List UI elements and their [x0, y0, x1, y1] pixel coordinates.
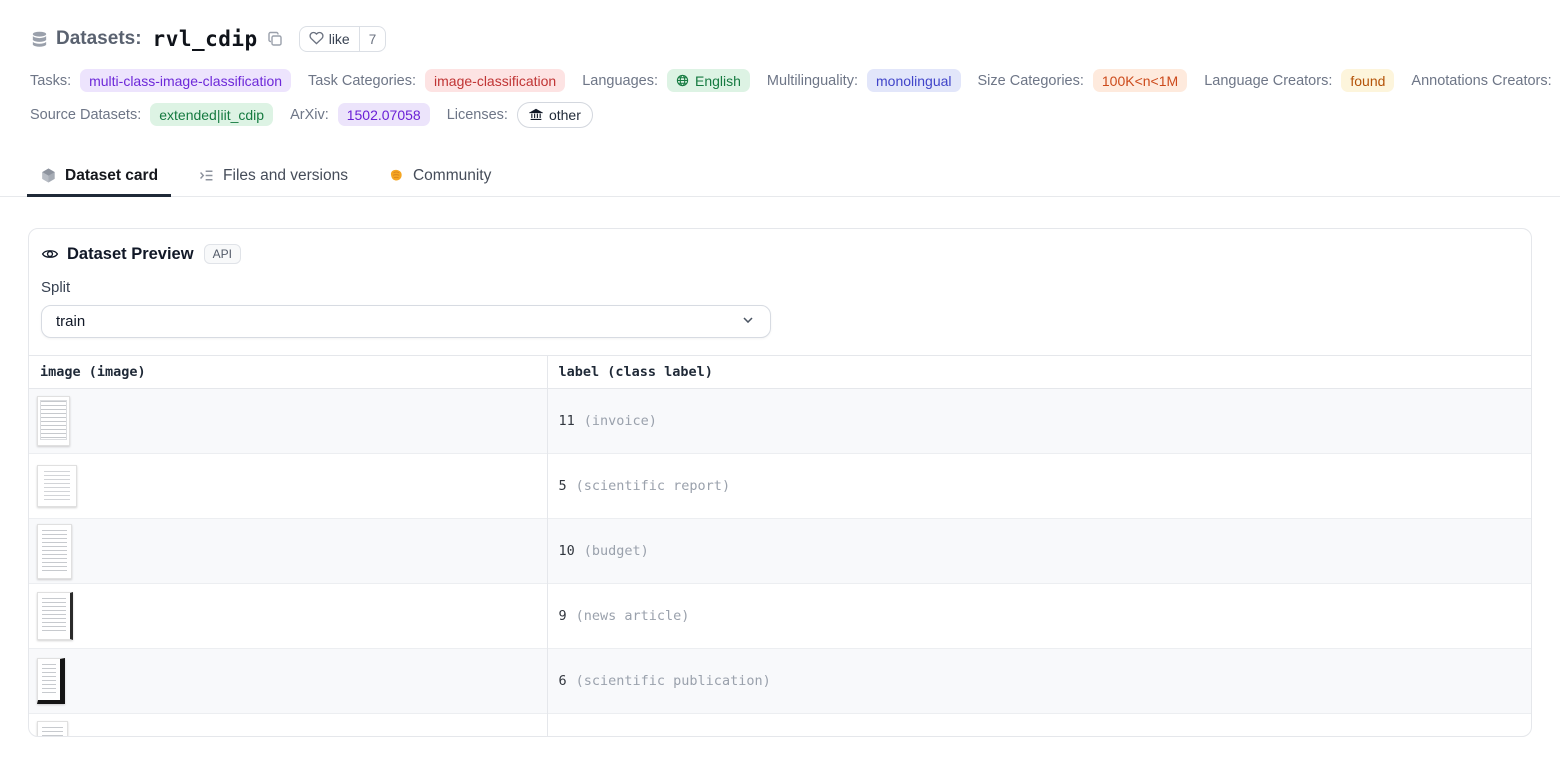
like-label: like	[329, 31, 350, 47]
label-name: (scientific publication)	[576, 673, 771, 689]
label-name: (invoice)	[584, 413, 657, 429]
like-button[interactable]: like 7	[299, 26, 387, 52]
tag-label: other	[549, 106, 581, 124]
tag-task-categories[interactable]: image-classification	[425, 69, 565, 92]
column-header-image: image (image)	[29, 356, 547, 389]
document-thumbnail[interactable]	[37, 658, 65, 704]
tab-label: Files and versions	[223, 167, 348, 185]
label-value: 10	[559, 543, 575, 559]
tab-community[interactable]: Community	[375, 155, 504, 196]
label-value: 5	[559, 478, 567, 494]
table-row: 9 (news article)	[29, 584, 1531, 649]
table-header-row: image (image) label (class label)	[29, 356, 1531, 389]
preview-title: Dataset Preview	[67, 245, 194, 264]
metadata-row-2: Source Datasets: extended|iit_cdip ArXiv…	[30, 102, 1530, 127]
split-select-value: train	[56, 313, 85, 330]
preview-header: Dataset Preview API	[41, 243, 1519, 265]
meta-label: Source Datasets:	[30, 107, 141, 123]
table-row: 5 (scientific report)	[29, 454, 1531, 519]
tag-arxiv[interactable]: 1502.07058	[338, 103, 430, 126]
document-thumbnail[interactable]	[37, 592, 73, 640]
dataset-page: Datasets: rvl_cdip like 7 Tasks: multi-c…	[0, 0, 1560, 767]
label-name: (news article)	[576, 608, 690, 624]
copy-icon[interactable]	[267, 31, 283, 47]
meta-source-datasets: Source Datasets: extended|iit_cdip	[30, 103, 273, 126]
chevron-down-icon	[740, 312, 756, 332]
dataset-header: Datasets: rvl_cdip like 7 Tasks: multi-c…	[0, 0, 1560, 127]
tab-label: Community	[413, 167, 491, 185]
meta-label: Languages:	[582, 73, 658, 89]
database-icon	[30, 30, 49, 49]
tag-language-creators[interactable]: found	[1341, 69, 1394, 92]
label-name: (scientific report)	[576, 478, 730, 494]
table-row: 11 (invoice)	[29, 389, 1531, 454]
split-select[interactable]: train	[41, 305, 771, 338]
document-thumbnail[interactable]	[37, 524, 72, 579]
metadata-row-1: Tasks: multi-class-image-classification …	[30, 68, 1530, 93]
table-row	[29, 714, 1531, 738]
meta-tasks: Tasks: multi-class-image-classification	[30, 69, 291, 92]
api-badge-button[interactable]: API	[204, 244, 241, 264]
split-label: Split	[41, 279, 1519, 296]
column-header-label: label (class label)	[547, 356, 1531, 389]
tag-label: English	[695, 72, 741, 90]
meta-size-categories: Size Categories: 100K<n<1M	[978, 69, 1188, 92]
meta-label: Licenses:	[447, 107, 508, 123]
dataset-preview-card: Dataset Preview API Split train image (i…	[28, 228, 1532, 737]
table-row: 10 (budget)	[29, 519, 1531, 584]
dataset-title: rvl_cdip	[153, 27, 258, 51]
meta-languages: Languages: English	[582, 69, 750, 92]
tab-bar: Dataset card Files and versions Communit…	[0, 155, 1560, 197]
document-thumbnail[interactable]	[37, 465, 77, 507]
cube-icon	[40, 167, 57, 184]
community-icon	[388, 167, 405, 184]
tab-dataset-card[interactable]: Dataset card	[27, 155, 171, 196]
like-count[interactable]: 7	[359, 27, 386, 51]
tag-multilinguality[interactable]: monolingual	[867, 69, 961, 92]
preview-table: image (image) label (class label) 11 (inv…	[29, 355, 1531, 737]
meta-arxiv: ArXiv: 1502.07058	[290, 103, 430, 126]
meta-language-creators: Language Creators: found	[1204, 69, 1394, 92]
label-name: (budget)	[584, 543, 649, 559]
label-value: 9	[559, 608, 567, 624]
main-content: Dataset Preview API Split train image (i…	[0, 228, 1560, 737]
meta-label: Tasks:	[30, 73, 71, 89]
table-row: 6 (scientific publication)	[29, 649, 1531, 714]
meta-annotations-creators: Annotations Creators: found	[1411, 69, 1560, 92]
tag-tasks[interactable]: multi-class-image-classification	[80, 69, 291, 92]
like-label-section[interactable]: like	[300, 27, 359, 51]
meta-multilinguality: Multilinguality: monolingual	[767, 69, 961, 92]
meta-label: Language Creators:	[1204, 73, 1332, 89]
preview-controls: Dataset Preview API Split train	[29, 229, 1531, 338]
label-value: 11	[559, 413, 575, 429]
label-value: 6	[559, 673, 567, 689]
tab-label: Dataset card	[65, 167, 158, 185]
tag-size-categories[interactable]: 100K<n<1M	[1093, 69, 1187, 92]
globe-icon	[676, 74, 689, 87]
meta-label: ArXiv:	[290, 107, 329, 123]
tab-files-and-versions[interactable]: Files and versions	[185, 155, 361, 196]
bank-icon	[529, 108, 543, 121]
meta-label: Multilinguality:	[767, 73, 858, 89]
document-thumbnail[interactable]	[37, 396, 70, 446]
tag-license-other[interactable]: other	[517, 102, 593, 128]
title-row: Datasets: rvl_cdip like 7	[30, 26, 1530, 52]
meta-label: Task Categories:	[308, 73, 416, 89]
document-thumbnail[interactable]	[37, 721, 68, 737]
tag-source-datasets[interactable]: extended|iit_cdip	[150, 103, 273, 126]
meta-label: Size Categories:	[978, 73, 1084, 89]
meta-label: Annotations Creators:	[1411, 73, 1551, 89]
meta-task-categories: Task Categories: image-classification	[308, 69, 565, 92]
files-icon	[198, 167, 215, 184]
tag-languages[interactable]: English	[667, 69, 750, 92]
eye-icon	[41, 245, 59, 263]
meta-licenses: Licenses: other	[447, 102, 593, 128]
datasets-breadcrumb[interactable]: Datasets:	[56, 28, 142, 50]
heart-icon	[309, 31, 324, 48]
